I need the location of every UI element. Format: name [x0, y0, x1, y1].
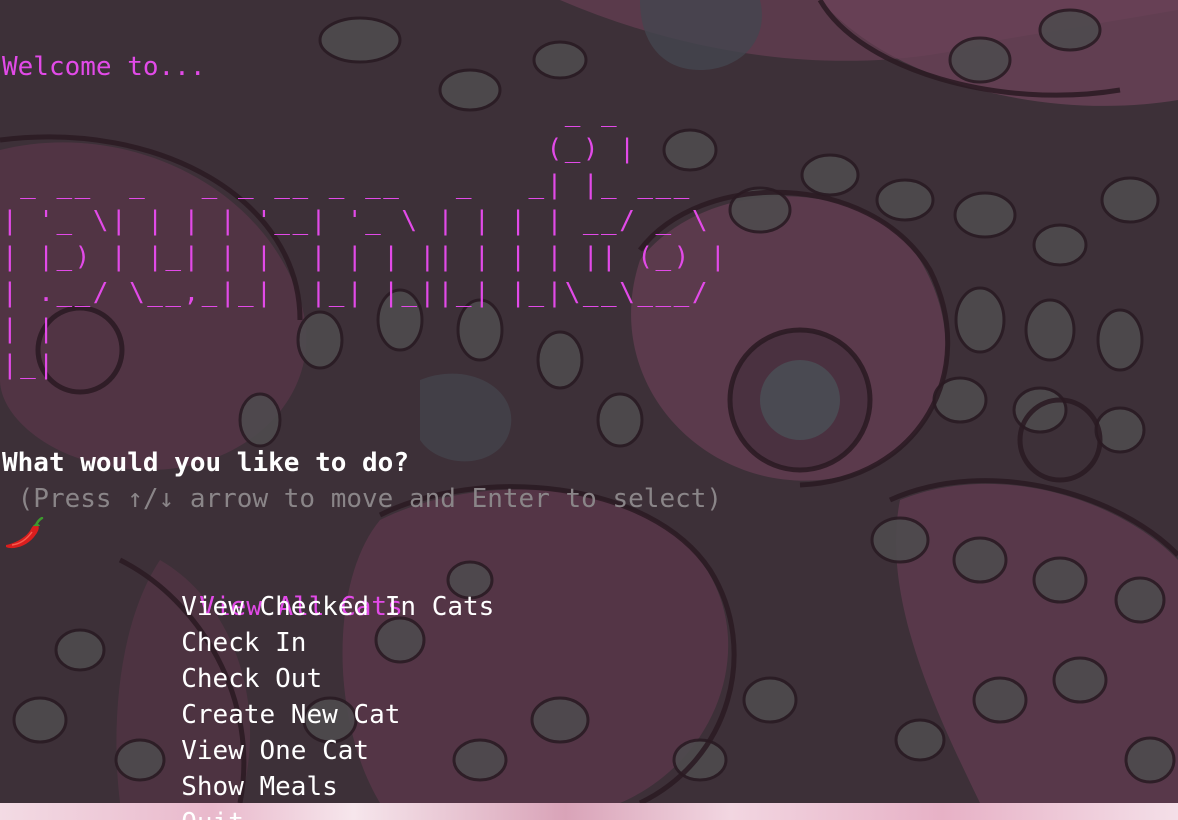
terminal-window: Welcome to... _ _ (_) | _ __ _ _ _ __ _ …	[0, 0, 1178, 820]
menu-list: View All Cats View Checked In Cats Check…	[0, 517, 494, 820]
menu-item-create-new-cat[interactable]: Create New Cat	[0, 661, 494, 730]
menu-item-view-all-cats[interactable]: View All Cats	[0, 517, 494, 622]
menu-item-check-out[interactable]: Check Out	[0, 625, 494, 694]
menu-item-show-meals[interactable]: Show Meals	[0, 733, 494, 802]
menu-item-view-checked-in-cats[interactable]: View Checked In Cats	[0, 553, 494, 622]
terminal-output: Welcome to... _ _ (_) | _ __ _ _ _ __ _ …	[0, 0, 1178, 820]
menu-item-quit[interactable]: Quit	[0, 769, 494, 820]
prompt-question: What would you like to do?	[2, 448, 409, 478]
prompt-hint: (Press ↑/↓ arrow to move and Enter to se…	[2, 484, 723, 514]
welcome-text: Welcome to...	[2, 52, 206, 82]
menu-item-check-in[interactable]: Check In	[0, 589, 494, 658]
menu-item-label: Quit	[181, 808, 244, 820]
ascii-logo: _ _ (_) | _ __ _ _ _ __ _ __ _ _| |_ ___…	[2, 98, 729, 380]
chili-pepper-icon	[6, 517, 44, 549]
menu-item-view-one-cat[interactable]: View One Cat	[0, 697, 494, 766]
